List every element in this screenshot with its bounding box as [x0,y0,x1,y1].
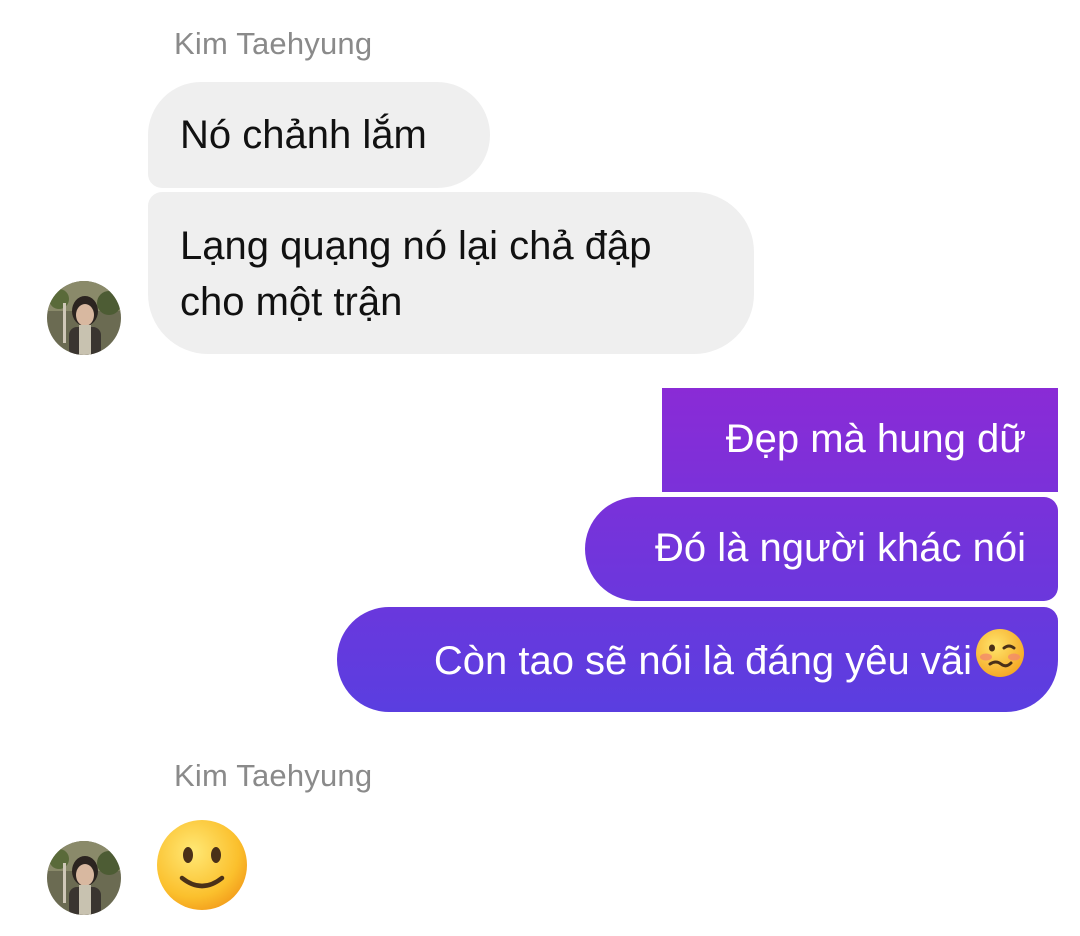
incoming-message-bubble[interactable]: Nó chảnh lắm [148,82,490,188]
message-text-line: cho một trận [180,280,403,324]
outgoing-message-bubble[interactable]: Còn tao sẽ nói là đáng yêu vãi [337,607,1058,712]
avatar[interactable] [47,841,121,915]
message-text: Đẹp mà hung dữ [725,417,1026,461]
sender-name: Kim Taehyung [174,26,373,61]
incoming-message-bubble[interactable]: Lạng quạng nó lại chả đập cho một trận [148,192,754,354]
outgoing-message-bubble[interactable]: Đó là người khác nói [585,497,1058,601]
message-text: Nó chảnh lắm [180,113,427,157]
message-text: Đó là người khác nói [655,526,1026,570]
avatar[interactable] [47,281,121,355]
outgoing-message-bubble[interactable]: Đẹp mà hung dữ [662,388,1058,492]
woozy-face-icon [974,627,1026,694]
sender-name: Kim Taehyung [174,758,373,793]
slightly-smiling-face-icon[interactable] [155,818,249,912]
avatar-photo-icon [47,281,121,355]
avatar-photo-icon [47,841,121,915]
message-text-line: Lạng quạng nó lại chả đập [180,224,652,268]
message-text: Còn tao sẽ nói là đáng yêu vãi [433,639,972,684]
